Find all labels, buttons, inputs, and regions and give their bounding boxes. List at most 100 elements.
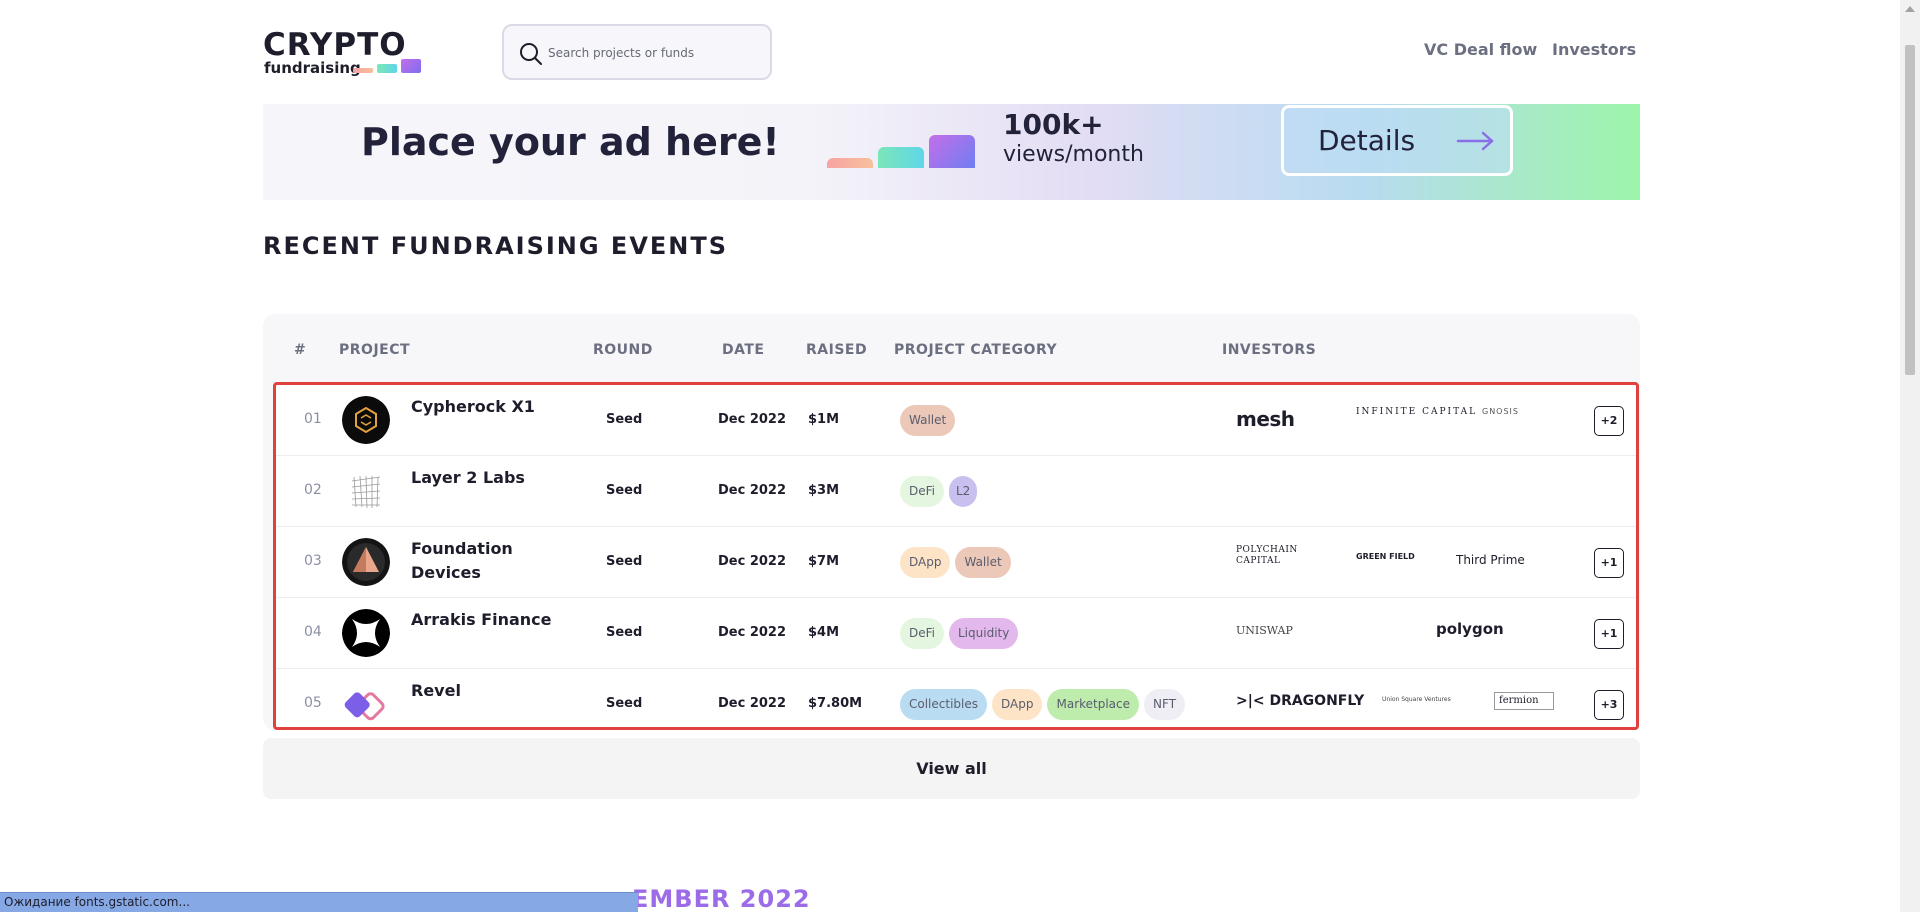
investor-logo[interactable]: mesh	[1236, 407, 1295, 435]
table-row[interactable]: 04 Arrakis Finance Seed Dec 2022 $4M DeF…	[276, 598, 1636, 669]
tag-marketplace[interactable]: Marketplace	[1047, 689, 1140, 720]
nav-investors[interactable]: Investors	[1552, 40, 1636, 59]
investor-logo[interactable]: GNOSIS	[1482, 407, 1519, 435]
project-name[interactable]: Arrakis Finance	[411, 608, 561, 632]
col-header-date: DATE	[722, 342, 765, 358]
ad-views-label: views/month	[1003, 142, 1144, 167]
project-logo[interactable]	[342, 538, 390, 586]
investor-logo[interactable]: fermion	[1494, 692, 1554, 710]
search-input[interactable]	[548, 40, 758, 66]
ad-banner[interactable]: Place your ad here! 100k+ views/month De…	[263, 104, 1640, 200]
row-number: 05	[304, 695, 322, 711]
row-number: 04	[304, 624, 322, 640]
table-row[interactable]: 03 Foundation Devices Seed Dec 2022 $7M …	[276, 527, 1636, 598]
site-header: CRYPTO fundraising VC Deal flow Investor…	[0, 0, 1900, 104]
logo-subtitle: fundraising	[264, 59, 361, 77]
col-header-raised: RAISED	[806, 342, 868, 358]
layer2labs-logo-icon	[348, 473, 384, 509]
section-title: RECENT FUNDRAISING EVENTS	[263, 232, 729, 260]
tag-nft[interactable]: NFT	[1144, 689, 1186, 720]
raised: $7.80M	[808, 696, 863, 711]
row-number: 01	[304, 411, 322, 427]
round: Seed	[606, 554, 643, 569]
tag-l2[interactable]: L2	[949, 476, 978, 507]
ad-details-label: Details	[1318, 124, 1416, 157]
search-box[interactable]	[502, 24, 772, 80]
investor-logo[interactable]: Union Square Ventures	[1382, 696, 1451, 724]
browser-status-bar: Ожидание fonts.gstatic.com...	[0, 892, 638, 912]
tag-defi[interactable]: DeFi	[900, 618, 944, 649]
date: Dec 2022	[718, 412, 787, 427]
category-tags: DeFi Liquidity	[900, 618, 1019, 650]
more-investors-button[interactable]: +1	[1594, 619, 1624, 649]
nav-vc-deal-flow[interactable]: VC Deal flow	[1424, 40, 1537, 59]
raised: $1M	[808, 412, 840, 427]
date: Dec 2022	[718, 483, 787, 498]
table-row[interactable]: 02 Layer 2 Labs Seed Dec 2022 $3M DeFi L…	[276, 456, 1636, 527]
more-investors-button[interactable]: +1	[1594, 548, 1624, 578]
ad-bars-graphic	[827, 130, 977, 168]
date: Dec 2022	[718, 554, 787, 569]
row-number: 02	[304, 482, 322, 498]
page-scrollbar[interactable]	[1900, 0, 1920, 912]
col-header-project: PROJECT	[339, 342, 411, 358]
more-investors-button[interactable]: +3	[1594, 690, 1624, 720]
arrakis-logo-icon	[342, 609, 390, 657]
project-name[interactable]: Foundation Devices	[411, 537, 561, 585]
category-tags: Wallet	[900, 405, 956, 437]
arrow-right-icon	[1456, 131, 1494, 151]
round: Seed	[606, 625, 643, 640]
tag-wallet[interactable]: Wallet	[955, 547, 1011, 578]
tag-dapp[interactable]: DApp	[900, 547, 951, 578]
table-row[interactable]: 05 Revel Seed Dec 2022 $7.80M Collectibl…	[276, 669, 1636, 727]
project-logo[interactable]	[342, 467, 390, 515]
tag-liquidity[interactable]: Liquidity	[949, 618, 1019, 649]
table-row[interactable]: 01 Cypherock X1 Seed Dec 2022 $1M Wallet…	[276, 385, 1636, 456]
round: Seed	[606, 483, 643, 498]
col-header-round: ROUND	[593, 342, 653, 358]
date: Dec 2022	[718, 696, 787, 711]
site-logo[interactable]: CRYPTO fundraising	[263, 28, 423, 77]
project-logo[interactable]	[342, 609, 390, 657]
investor-logo[interactable]: >|< DRAGONFLY	[1236, 693, 1364, 721]
round: Seed	[606, 696, 643, 711]
scrollbar-thumb[interactable]	[1905, 45, 1915, 375]
next-section-title: EMBER 2022	[632, 885, 811, 912]
investor-logo[interactable]: Third Prime	[1456, 553, 1525, 581]
ad-views-number: 100k+	[1003, 108, 1104, 141]
investor-logo[interactable]: UNISWAP	[1236, 624, 1293, 652]
project-logo[interactable]	[342, 396, 390, 444]
ad-title: Place your ad here!	[361, 120, 780, 164]
tag-dapp[interactable]: DApp	[992, 689, 1043, 720]
investor-logo[interactable]: INFINITE CAPITAL	[1356, 407, 1477, 435]
category-tags: Collectibles DApp Marketplace NFT	[900, 689, 1186, 721]
recent-rows-highlight: 01 Cypherock X1 Seed Dec 2022 $1M Wallet…	[273, 382, 1639, 730]
search-icon	[520, 43, 542, 65]
more-investors-button[interactable]: +2	[1594, 406, 1624, 436]
investor-logo[interactable]: polygon	[1436, 620, 1504, 648]
project-name[interactable]: Cypherock X1	[411, 395, 561, 419]
col-header-category: PROJECT CATEGORY	[894, 342, 1058, 358]
project-logo[interactable]	[342, 680, 390, 727]
raised: $7M	[808, 554, 840, 569]
category-tags: DeFi L2	[900, 476, 978, 508]
logo-bars-graphic	[353, 57, 423, 73]
investor-logo[interactable]: GREEN FIELD	[1356, 552, 1415, 580]
revel-logo-icon	[344, 692, 385, 721]
raised: $4M	[808, 625, 840, 640]
project-name[interactable]: Layer 2 Labs	[411, 466, 561, 490]
foundation-logo-icon	[342, 538, 390, 586]
view-all-button[interactable]: View all	[263, 738, 1640, 799]
fundraising-table: # PROJECT ROUND DATE RAISED PROJECT CATE…	[263, 314, 1640, 730]
tag-defi[interactable]: DeFi	[900, 476, 944, 507]
row-number: 03	[304, 553, 322, 569]
col-header-num: #	[294, 342, 307, 358]
tag-collectibles[interactable]: Collectibles	[900, 689, 987, 720]
date: Dec 2022	[718, 625, 787, 640]
project-name[interactable]: Revel	[411, 679, 561, 703]
col-header-investors: INVESTORS	[1222, 342, 1317, 358]
scroll-up-arrow-icon[interactable]	[1905, 6, 1915, 12]
ad-details-button[interactable]: Details	[1281, 105, 1513, 176]
investor-logo[interactable]: POLYCHAIN CAPITAL	[1236, 545, 1306, 573]
tag-wallet[interactable]: Wallet	[900, 405, 956, 436]
